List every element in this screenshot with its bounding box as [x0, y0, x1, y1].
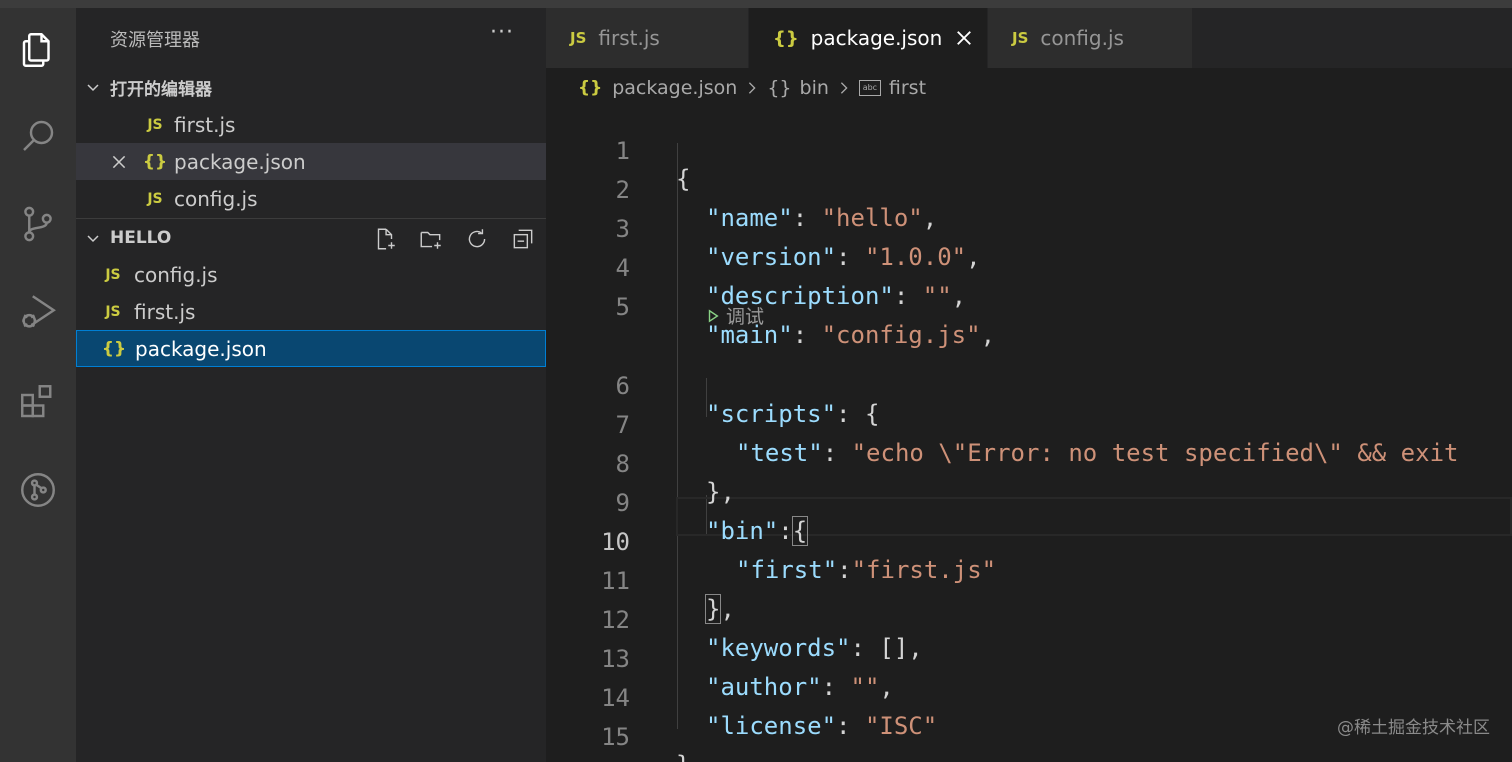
search-activity-button[interactable]	[0, 106, 76, 166]
breadcrumb: {} package.json {} bin abc first	[578, 72, 926, 104]
run-debug-activity-button[interactable]	[0, 282, 76, 342]
json-file-icon: {}	[578, 78, 603, 98]
tab-first-js[interactable]: JS first.js	[546, 8, 748, 68]
json-file-icon: {}	[142, 151, 168, 172]
close-icon[interactable]	[110, 152, 128, 176]
code-line: 7 "test": "echo \"Error: no test specifi…	[546, 378, 1512, 467]
debug-icon	[22, 295, 56, 328]
open-editor-label: config.js	[174, 186, 258, 211]
js-file-icon: JS	[1012, 29, 1029, 47]
watermark: @稀土掘金技术社区	[1337, 718, 1490, 738]
file-tree-item[interactable]: JS first.js	[76, 293, 546, 330]
explorer-title: 资源管理器	[110, 30, 200, 51]
folder-toolbar	[372, 226, 536, 252]
chevron-right-icon	[745, 81, 759, 95]
tab-label: first.js	[598, 26, 660, 50]
code-line: 1 {	[546, 104, 1512, 193]
breadcrumb-property[interactable]: first	[889, 77, 926, 99]
chevron-down-icon	[76, 230, 110, 246]
code-line: 13 "author": "",	[546, 612, 1512, 701]
object-icon: {}	[767, 77, 792, 99]
tab-label: package.json	[810, 26, 943, 50]
breadcrumb-object[interactable]: bin	[800, 77, 829, 99]
code-line: 4 "description": "",	[546, 221, 1512, 310]
more-actions-button[interactable]: ···	[490, 20, 514, 45]
code-line: 12 "keywords": [],	[546, 573, 1512, 662]
js-file-icon: JS	[147, 190, 163, 207]
explorer-activity-button[interactable]	[0, 20, 76, 80]
string-property-icon: abc	[858, 80, 881, 96]
chevron-right-icon	[837, 81, 851, 95]
debug-codelens[interactable]: 调试	[706, 302, 764, 329]
git-activity-button[interactable]	[0, 460, 76, 520]
breadcrumb-file[interactable]: package.json	[612, 77, 737, 99]
code-line: 5 "main": "config.js",	[546, 260, 1512, 349]
title-bar-strip	[0, 0, 1512, 8]
source-control-activity-button[interactable]	[0, 194, 76, 254]
chevron-down-icon	[76, 79, 110, 95]
code-line: 8 },	[546, 417, 1512, 506]
js-file-icon: JS	[147, 116, 163, 133]
editor-tab-bar: JS first.js {} package.json JS config.js	[546, 8, 1512, 68]
extensions-icon	[21, 385, 52, 418]
code-editor[interactable]: 1 { 2 "name": "hello", 3 "version": "1.0…	[546, 104, 1512, 762]
tab-config-js[interactable]: JS config.js	[988, 8, 1192, 68]
source-control-icon	[24, 206, 52, 242]
code-line: 2 "name": "hello",	[546, 143, 1512, 232]
new-folder-icon[interactable]	[418, 226, 444, 252]
file-tree-item[interactable]: {} package.json	[76, 330, 546, 367]
js-file-icon: JS	[105, 303, 121, 320]
file-tree-item[interactable]: JS config.js	[76, 256, 546, 293]
open-editor-label: first.js	[174, 112, 236, 137]
json-file-icon: {}	[773, 27, 799, 49]
js-file-icon: JS	[570, 29, 587, 47]
code-line: 11 },	[546, 534, 1512, 624]
file-tree-label: first.js	[134, 299, 196, 324]
file-tree-label: package.json	[135, 336, 267, 361]
file-tree-label: config.js	[134, 262, 218, 287]
code-line: 3 "version": "1.0.0",	[546, 182, 1512, 271]
play-icon	[708, 308, 719, 323]
json-file-icon: {}	[101, 338, 127, 359]
refresh-icon[interactable]	[464, 226, 490, 252]
folder-title: HELLO	[110, 228, 172, 248]
codelens-label: 调试	[726, 306, 765, 328]
close-icon[interactable]	[954, 28, 974, 48]
section-divider	[76, 218, 546, 219]
open-editor-label: package.json	[174, 149, 306, 174]
folder-header[interactable]: HELLO	[76, 220, 546, 256]
code-line: 6 "scripts": {	[546, 339, 1512, 428]
tab-package-json[interactable]: {} package.json	[749, 8, 987, 68]
open-editor-item[interactable]: {} package.json	[76, 143, 546, 180]
open-editor-item[interactable]: JS config.js	[76, 180, 546, 217]
open-editor-item[interactable]: JS first.js	[76, 106, 546, 143]
search-icon	[23, 120, 54, 151]
open-editors-header[interactable]: 打开的编辑器	[76, 69, 546, 105]
code-line-current: 10 "first":"first.js"	[546, 495, 1512, 584]
open-editors-title: 打开的编辑器	[110, 79, 212, 100]
collapse-all-icon[interactable]	[510, 226, 536, 252]
tab-label: config.js	[1040, 26, 1124, 50]
code-line: 14 "license": "ISC"	[546, 651, 1512, 740]
explorer-sidebar: 资源管理器 ··· 打开的编辑器 JS first.js {} package.…	[76, 8, 546, 762]
activity-bar	[0, 8, 76, 762]
git-icon	[21, 473, 55, 507]
extensions-activity-button[interactable]	[0, 372, 76, 432]
js-file-icon: JS	[105, 266, 121, 283]
files-icon	[22, 33, 50, 67]
line-number: 16	[546, 757, 630, 762]
new-file-icon[interactable]	[372, 226, 398, 252]
line-number: 5	[615, 293, 630, 321]
code-line: 9 "bin":{	[546, 456, 1512, 546]
